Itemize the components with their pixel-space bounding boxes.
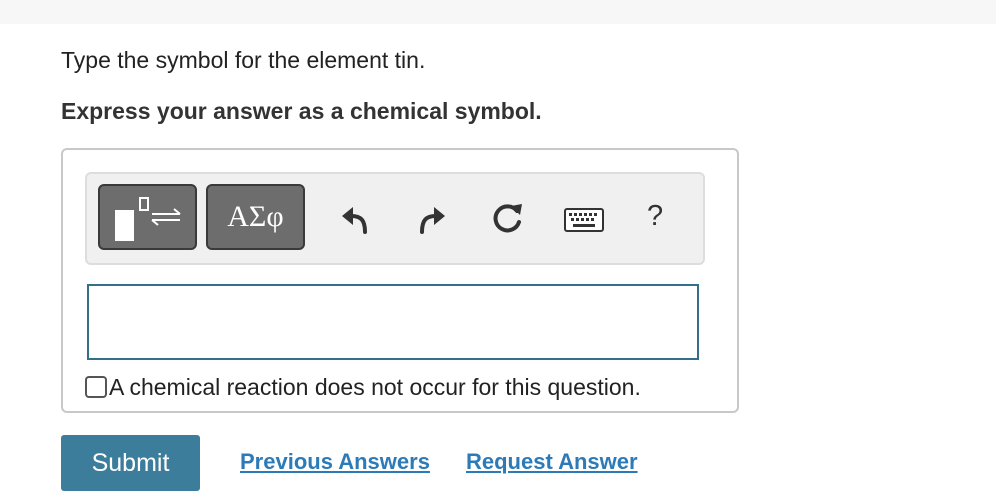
reset-circular-arrow-icon[interactable] <box>490 200 526 236</box>
no-reaction-option[interactable]: A chemical reaction does not occur for t… <box>85 372 641 402</box>
question-prompt: Type the symbol for the element tin. <box>61 47 426 73</box>
answer-input[interactable] <box>87 284 699 360</box>
no-reaction-checkbox[interactable] <box>85 376 107 398</box>
answer-instruction: Express your answer as a chemical symbol… <box>61 98 542 124</box>
submit-button[interactable]: Submit <box>61 435 200 491</box>
previous-answers-link[interactable]: Previous Answers <box>240 449 430 475</box>
help-button[interactable]: ? <box>647 200 663 233</box>
top-strip <box>0 0 996 24</box>
answer-panel: ΑΣφ ? A chemical reaction does not occur… <box>61 148 739 413</box>
redo-arrow-icon[interactable] <box>416 200 448 236</box>
no-reaction-label: A chemical reaction does not occur for t… <box>109 373 641 400</box>
undo-arrow-icon[interactable] <box>339 200 371 236</box>
greek-symbols-label: ΑΣφ <box>227 200 284 233</box>
keyboard-icon[interactable] <box>564 208 604 232</box>
greek-symbols-button[interactable]: ΑΣφ <box>206 184 305 250</box>
templates-arrows-icon <box>115 197 181 241</box>
request-answer-link[interactable]: Request Answer <box>466 449 638 475</box>
templates-button[interactable] <box>98 184 197 250</box>
math-toolbar: ΑΣφ ? <box>85 172 705 265</box>
